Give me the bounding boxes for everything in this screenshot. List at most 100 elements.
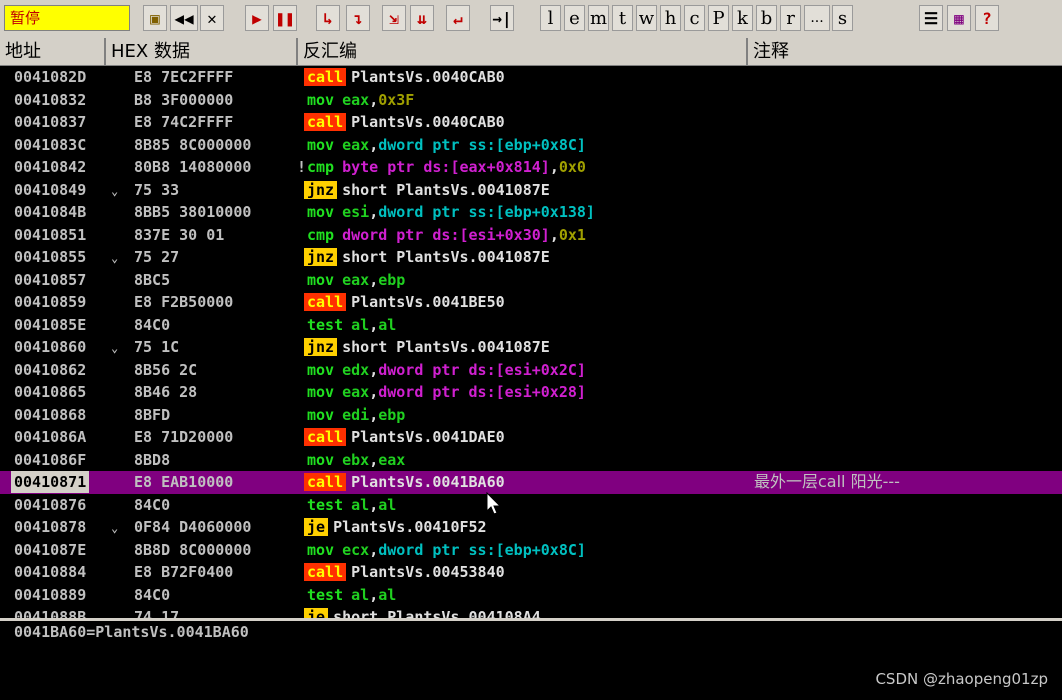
- row-address: 00410849: [14, 180, 87, 199]
- listing-row[interactable]: 00410837 E8 74C2FFFF call PlantsVs.0040CAB0: [0, 111, 1062, 134]
- listing-row[interactable]: 0041086A E8 71D20000 call PlantsVs.0041DAE0: [0, 426, 1062, 449]
- row-hex: 8B85 8C000000: [134, 135, 252, 154]
- view-button-k[interactable]: k: [732, 5, 753, 31]
- listing-row[interactable]: 00410855 ⌄ 75 27 jnz short PlantsVs.0041087E: [0, 246, 1062, 269]
- listing-row[interactable]: 00410865 8B46 28 mov eax,dword ptr ds:[esi+…: [0, 381, 1062, 404]
- column-address[interactable]: 地址: [0, 38, 106, 65]
- row-operand: PlantsVs.00453840: [351, 563, 505, 581]
- row-disassembly: mov edx,dword ptr ds:[esi+0x2C]: [304, 359, 586, 381]
- listing-row[interactable]: 00410889 84C0 test al,al: [0, 584, 1062, 607]
- row-disassembly: je PlantsVs.00410F52: [304, 516, 487, 538]
- view-button-e[interactable]: e: [564, 5, 585, 31]
- status-indicator: 暂停: [4, 5, 130, 31]
- trace-over-icon[interactable]: ⇊: [410, 5, 434, 31]
- listing-row[interactable]: 00410857 8BC5 mov eax,ebp: [0, 269, 1062, 292]
- list-icon[interactable]: ☰: [919, 5, 943, 31]
- view-button-l[interactable]: l: [540, 5, 561, 31]
- listing-row[interactable]: 00410832 B8 3F000000 mov eax,0x3F: [0, 89, 1062, 112]
- listing-row[interactable]: 0041087E 8B8D 8C000000 mov ecx,dword ptr ss…: [0, 539, 1062, 562]
- listing-row[interactable]: 00410876 84C0 test al,al: [0, 494, 1062, 517]
- row-disassembly: call PlantsVs.0041BE50: [304, 291, 505, 313]
- close-icon[interactable]: ✕: [200, 5, 224, 31]
- row-disassembly: cmp byte ptr ds:[eax+0x814],0x0: [304, 156, 586, 178]
- view-button-m[interactable]: m: [588, 5, 609, 31]
- view-button-more[interactable]: ...: [804, 5, 830, 31]
- trace-into-icon[interactable]: ⇲: [382, 5, 406, 31]
- listing-row[interactable]: 00410862 8B56 2C mov edx,dword ptr ds:[esi+…: [0, 359, 1062, 382]
- listing-row[interactable]: 00410859 E8 F2B50000 call PlantsVs.0041BE50: [0, 291, 1062, 314]
- row-mnemonic: cmp: [307, 158, 335, 176]
- row-operand: edx: [342, 360, 370, 379]
- view-button-p[interactable]: P: [708, 5, 729, 31]
- column-comment[interactable]: 注释: [748, 38, 1062, 65]
- row-operand: 0x0: [558, 158, 586, 176]
- row-operand: ecx: [342, 540, 370, 559]
- listing-row[interactable]: 0041084B 8BB5 38010000 mov esi,dword ptr ss…: [0, 201, 1062, 224]
- row-mnemonic: mov: [307, 270, 335, 289]
- listing-row[interactable]: 00410849 ⌄ 75 33 jnz short PlantsVs.0041087E: [0, 179, 1062, 202]
- column-header: 地址 HEX 数据 反汇编 注释: [0, 38, 1062, 66]
- row-operand: ,: [369, 450, 379, 469]
- row-address: 00410857: [14, 270, 87, 289]
- row-operand: PlantsVs.0040CAB0: [351, 68, 505, 86]
- row-disassembly: je short PlantsVs.004108A4: [304, 606, 541, 618]
- listing-row[interactable]: 0041088B 74 17 je short PlantsVs.004108A4: [0, 606, 1062, 618]
- row-address: 00410865: [14, 383, 87, 401]
- row-hex: 0F84 D4060000: [134, 518, 252, 536]
- listing-row[interactable]: 0041086F 8BD8 mov ebx,eax: [0, 449, 1062, 472]
- view-button-t[interactable]: t: [612, 5, 633, 31]
- jump-arrow-icon: ⌄: [111, 341, 119, 355]
- row-operand: al: [351, 495, 370, 514]
- open-icon[interactable]: ▣: [143, 5, 167, 31]
- row-hex: 8B8D 8C000000: [134, 540, 252, 559]
- mouse-cursor-icon: [486, 492, 502, 515]
- row-disassembly: mov eax,0x3F: [304, 89, 414, 111]
- row-operand: dword ptr ss:[ebp+0x8C]: [378, 540, 586, 559]
- rewind-icon[interactable]: ◀◀: [170, 5, 198, 31]
- listing-row-selected[interactable]: 00410871 E8 EAB10000 call PlantsVs.0041BA60…: [0, 471, 1062, 494]
- listing-row[interactable]: 00410842 80B8 14080000! cmp byte ptr ds:[ea…: [0, 156, 1062, 179]
- row-operand: ,: [369, 405, 379, 424]
- row-operand: dword ptr ss:[ebp+0x8C]: [378, 135, 586, 154]
- view-button-c[interactable]: c: [684, 5, 705, 31]
- pause-icon[interactable]: ❚❚: [273, 5, 297, 31]
- view-button-b[interactable]: b: [756, 5, 777, 31]
- row-operand: al: [351, 315, 370, 334]
- view-button-h[interactable]: h: [660, 5, 681, 31]
- row-address: 0041083C: [14, 135, 87, 154]
- view-button-w[interactable]: w: [636, 5, 657, 31]
- row-operand: 0x3F: [378, 90, 415, 109]
- view-button-r[interactable]: r: [780, 5, 801, 31]
- grid-icon[interactable]: ▦: [947, 5, 971, 31]
- listing-row[interactable]: 00410868 8BFD mov edi,ebp: [0, 404, 1062, 427]
- row-disassembly: call PlantsVs.0040CAB0: [304, 111, 505, 133]
- row-operand: ,: [369, 315, 379, 334]
- info-pane[interactable]: 0041BA60=PlantsVs.0041BA60 CSDN @zhaopen…: [0, 618, 1062, 700]
- listing-row[interactable]: 0041082D E8 7EC2FFFF call PlantsVs.0040CAB0: [0, 66, 1062, 89]
- row-hex: E8 B72F0400: [134, 563, 234, 581]
- row-operand: ,: [369, 383, 379, 401]
- row-address: 00410868: [14, 405, 87, 424]
- row-mnemonic: mov: [307, 405, 335, 424]
- listing-row[interactable]: 00410860 ⌄ 75 1C jnz short PlantsVs.0041087E: [0, 336, 1062, 359]
- watermark: CSDN @zhaopeng01zp: [875, 670, 1048, 688]
- column-hex[interactable]: HEX 数据: [106, 38, 298, 65]
- column-disassembly[interactable]: 反汇编: [298, 38, 748, 65]
- listing-row[interactable]: 00410851 837E 30 01 cmp dword ptr ds:[esi+0…: [0, 224, 1062, 247]
- run-icon[interactable]: ▶: [245, 5, 269, 31]
- row-mnemonic: mov: [307, 90, 335, 109]
- listing-row[interactable]: 00410878 ⌄ 0F84 D4060000 je PlantsVs.00410F5…: [0, 516, 1062, 539]
- step-into-icon[interactable]: ↳: [316, 5, 340, 31]
- row-disassembly: mov esi,dword ptr ss:[ebp+0x138]: [304, 201, 595, 223]
- execute-till-return-icon[interactable]: ↵: [446, 5, 470, 31]
- view-button-s[interactable]: s: [832, 5, 853, 31]
- row-hex: E8 F2B50000: [134, 293, 234, 311]
- step-over-icon[interactable]: ↴: [346, 5, 370, 31]
- disassembly-listing[interactable]: 0041082D E8 7EC2FFFF call PlantsVs.0040CAB0…: [0, 66, 1062, 618]
- listing-row[interactable]: 0041083C 8B85 8C000000 mov eax,dword ptr ss…: [0, 134, 1062, 157]
- goto-icon[interactable]: →|: [490, 5, 514, 31]
- help-icon[interactable]: ?: [975, 5, 999, 31]
- listing-row[interactable]: 0041085E 84C0 test al,al: [0, 314, 1062, 337]
- row-operand: short PlantsVs.004108A4: [333, 608, 541, 618]
- listing-row[interactable]: 00410884 E8 B72F0400 call PlantsVs.00453840: [0, 561, 1062, 584]
